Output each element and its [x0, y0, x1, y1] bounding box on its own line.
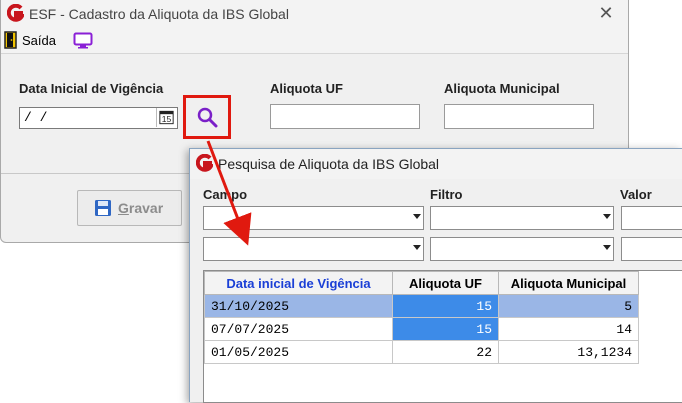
table-row[interactable]: 07/07/2025 15 14: [204, 317, 639, 341]
filtro-select-2[interactable]: [430, 237, 614, 261]
table-row[interactable]: 01/05/2025 22 13,1234: [204, 340, 639, 364]
municipal-label: Aliquota Municipal: [444, 81, 560, 96]
monitor-icon[interactable]: [73, 32, 93, 49]
exit-button-label[interactable]: Saída: [22, 33, 56, 48]
search-dialog-title-bar: Pesquisa de Aliquota da IBS Global: [190, 149, 682, 179]
date-field[interactable]: / /: [19, 107, 178, 129]
chevron-down-icon: [413, 214, 421, 219]
filtro-select-1[interactable]: [430, 206, 614, 230]
valor-label: Valor: [620, 187, 652, 202]
column-header-municipal[interactable]: Aliquota Municipal: [498, 271, 639, 295]
app-logo-icon: [196, 154, 213, 172]
date-label: Data Inicial de Vigência: [19, 81, 164, 96]
search-button[interactable]: [183, 95, 231, 139]
valor-input-2[interactable]: [621, 237, 682, 261]
results-grid[interactable]: Data inicial de Vigência Aliquota UF Ali…: [203, 270, 682, 403]
cell-uf[interactable]: 15: [392, 317, 499, 341]
magnifier-icon: [197, 107, 218, 128]
search-dialog: Pesquisa de Aliquota da IBS Global Campo…: [189, 148, 682, 403]
table-header-row: Data inicial de Vigência Aliquota UF Ali…: [204, 271, 639, 295]
chevron-down-icon: [603, 245, 611, 250]
chevron-down-icon: [413, 245, 421, 250]
cell-date[interactable]: 07/07/2025: [204, 317, 393, 341]
cell-uf[interactable]: 22: [392, 340, 499, 364]
cell-date[interactable]: 31/10/2025: [204, 294, 393, 318]
save-button[interactable]: Gravar: [77, 190, 182, 226]
cell-municipal[interactable]: 13,1234: [498, 340, 639, 364]
calendar-icon[interactable]: 15: [156, 108, 176, 127]
cell-date[interactable]: 01/05/2025: [204, 340, 393, 364]
cell-uf[interactable]: 15: [392, 294, 499, 318]
filtro-label: Filtro: [430, 187, 463, 202]
toolbar: Saída: [1, 28, 628, 54]
chevron-down-icon: [603, 214, 611, 219]
municipal-field[interactable]: [444, 104, 594, 129]
valor-input-1[interactable]: [621, 206, 682, 230]
campo-label: Campo: [203, 187, 248, 202]
app-logo-icon: [7, 4, 24, 22]
table-row[interactable]: 31/10/2025 15 5: [204, 294, 639, 318]
column-header-date[interactable]: Data inicial de Vigência: [204, 271, 393, 295]
floppy-disk-icon: [95, 200, 111, 216]
search-dialog-title: Pesquisa de Aliquota da IBS Global: [218, 156, 440, 172]
close-button[interactable]: ✕: [594, 2, 618, 24]
cell-municipal[interactable]: 14: [498, 317, 639, 341]
results-table: Data inicial de Vigência Aliquota UF Ali…: [204, 271, 639, 364]
campo-select-1[interactable]: [203, 206, 424, 230]
column-header-uf[interactable]: Aliquota UF: [392, 271, 499, 295]
uf-field[interactable]: [270, 104, 420, 129]
window-title: ESF - Cadastro da Aliquota da IBS Global: [29, 6, 289, 22]
title-bar: ESF - Cadastro da Aliquota da IBS Global…: [1, 0, 628, 28]
campo-select-2[interactable]: [203, 237, 424, 261]
svg-text:15: 15: [162, 114, 172, 124]
door-exit-icon[interactable]: [4, 31, 18, 49]
uf-label: Aliquota UF: [270, 81, 343, 96]
cell-municipal[interactable]: 5: [498, 294, 639, 318]
save-button-label: Gravar: [118, 200, 164, 216]
